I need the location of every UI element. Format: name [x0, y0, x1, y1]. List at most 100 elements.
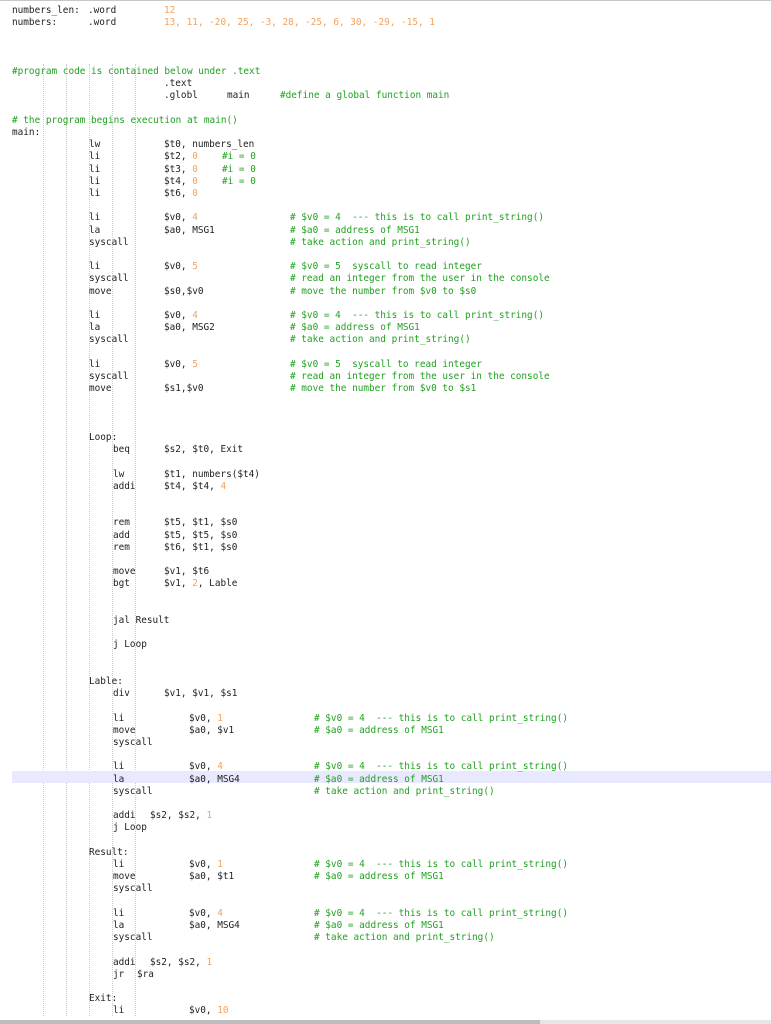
code-number: 10: [217, 1005, 229, 1017]
code-label: Lable:: [89, 676, 123, 687]
code-comment: # $a0 = address of MSG1: [290, 322, 420, 334]
code-line: numbers: .word 13, 11, -20, 25, -3, 28, -2…: [0, 17, 771, 29]
code-number: 1: [217, 859, 223, 870]
code-instruction: addi: [113, 956, 142, 968]
code-instruction: li: [89, 212, 101, 224]
code-instruction: syscall: [113, 883, 153, 895]
code-comment: #i = 0: [222, 163, 256, 175]
code-instruction: bgt: [113, 578, 130, 590]
code-operand: $s2, $s2,: [150, 956, 207, 968]
code-instruction: add: [113, 529, 130, 541]
code-comment: # read an integer from the user in the c…: [290, 273, 550, 285]
code-comment: #i = 0: [222, 151, 256, 163]
code-comment: # the program begins execution at main(): [12, 114, 238, 126]
code-line: syscall # take action and print_string(): [0, 334, 771, 346]
code-number: 0: [192, 151, 198, 163]
code-line: li $v0, 1 # $v0 = 4 --- this is to call pr…: [0, 713, 771, 725]
code-number: 5: [192, 261, 198, 273]
code-number: 0: [192, 163, 198, 175]
code-line: li $v0, 10: [0, 1005, 771, 1017]
horizontal-scrollbar-thumb[interactable]: [0, 1020, 540, 1024]
code-operand: $v0,: [189, 712, 218, 724]
code-comment: # take action and print_string(): [290, 236, 471, 248]
code-comment: # $v0 = 5 syscall to read integer: [290, 261, 482, 273]
code-instruction: li: [89, 261, 101, 273]
code-instruction: move: [113, 724, 136, 736]
code-operand: $t2,: [164, 151, 193, 163]
code-line: li $v0, 1 # $v0 = 4 --- this is to call pr…: [0, 859, 771, 871]
code-instruction: j Loop: [113, 822, 147, 834]
code-instruction: li: [113, 1005, 125, 1017]
code-number: 5: [192, 358, 198, 370]
code-number: 0: [192, 175, 198, 187]
code-line: jr $ra: [0, 969, 771, 981]
code-operand: $v0,: [189, 859, 218, 870]
code-operand: $v1,: [164, 578, 193, 590]
code-editor[interactable]: numbers_len: .word 12 numbers: .word 13, 11, …: [0, 0, 771, 1024]
code-comment: # take action and print_string(): [314, 785, 495, 797]
code-instruction: addi: [113, 480, 136, 492]
code-line: syscall # take action and print_string(): [0, 932, 771, 944]
code-instruction: lw: [113, 468, 125, 480]
code-instruction: li: [89, 151, 101, 163]
code-operand: $t1, numbers($t4): [164, 468, 260, 480]
code-comment: # $v0 = 4 --- this is to call print_stri…: [290, 310, 544, 321]
code-line: main:: [0, 127, 771, 139]
code-comment: # $v0 = 4 --- this is to call print_stri…: [314, 907, 568, 919]
code-operand: $t4,: [164, 175, 193, 187]
code-line: add $t5, $t5, $s0: [0, 530, 771, 542]
code-line: syscall # take action and print_string(): [0, 237, 771, 249]
code-operand: $v0,: [189, 1005, 218, 1017]
code-instruction: li: [113, 712, 125, 724]
code-line: li $v0, 4 # $v0 = 4 --- this is to call pr…: [0, 908, 771, 920]
code-operand: $v0,: [189, 907, 218, 919]
code-operand: $ra: [137, 968, 154, 980]
code-instruction: la: [89, 322, 101, 334]
code-instruction: div: [113, 688, 130, 700]
code-number: 4: [192, 212, 198, 224]
code-instruction: li: [89, 188, 101, 199]
code-comment: #define a global function main: [280, 90, 450, 102]
code-operand: $a0, MSG4: [189, 773, 240, 785]
code-operand: $v0,: [164, 261, 193, 273]
code-operand: $s1,$v0: [164, 383, 204, 395]
code-line: li $t2, 0 #i = 0: [0, 151, 771, 163]
code-instruction: move: [113, 871, 136, 883]
code-instruction: li: [89, 310, 101, 321]
code-operand: $t0, numbers_len: [164, 139, 255, 151]
code-instruction: syscall: [89, 334, 129, 346]
code-operand: $v1, $v1, $s1: [164, 688, 238, 700]
code-label: Loop:: [89, 432, 118, 443]
code-comment: # move the number from $v0 to $s1: [290, 383, 477, 395]
code-operand: $s0,$v0: [164, 285, 204, 297]
code-operand: $a0, $v1: [189, 724, 235, 736]
code-operand: $t6,: [164, 188, 193, 199]
code-line: move $a0, $t1 # $a0 = address of MSG1: [0, 871, 771, 883]
code-instruction: rem: [113, 541, 130, 553]
code-line: # the program begins execution at main(): [0, 115, 771, 127]
code-comment: # $a0 = address of MSG1: [314, 920, 444, 931]
code-line: syscall: [0, 737, 771, 749]
code-operand: $a0, MSG4: [189, 920, 240, 931]
code-line: Result:: [0, 847, 771, 859]
code-number: 0: [192, 188, 198, 199]
code-instruction: move: [89, 285, 112, 297]
code-label: Result:: [89, 846, 129, 858]
code-line: j Loop: [0, 639, 771, 651]
code-number: 13, 11, -20, 25, -3, 28, -25, 6, 30, -29…: [164, 17, 435, 29]
code-line: li $v0, 5 # $v0 = 5 syscall to read intege…: [0, 261, 771, 273]
code-line: .globl main #define a global function main: [0, 90, 771, 102]
code-line: div $v1, $v1, $s1: [0, 688, 771, 700]
code-line: la $a0, MSG1 # $a0 = address of MSG1: [0, 225, 771, 237]
code-instruction: syscall: [89, 236, 129, 248]
